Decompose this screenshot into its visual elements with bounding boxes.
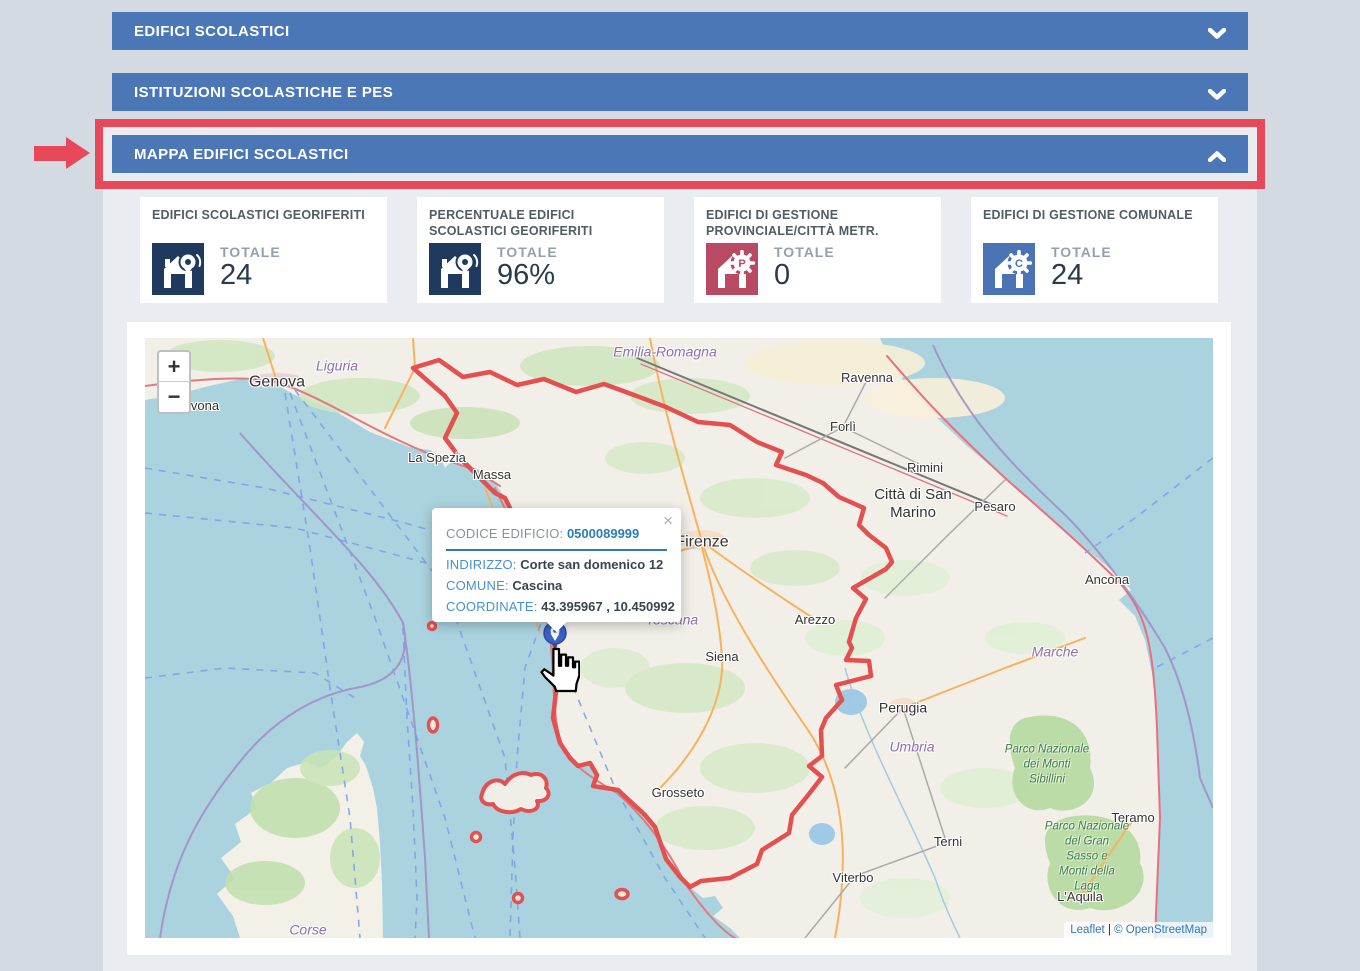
map-label-city: Siena <box>705 649 738 665</box>
map-label-city: Città di San Marino <box>858 486 968 522</box>
annotation-arrow-head <box>66 137 90 169</box>
accordion-title: MAPPA EDIFICI SCOLASTICI <box>134 146 349 163</box>
map-label-city: Firenze <box>675 532 728 551</box>
gear-letter: P <box>738 258 745 270</box>
accordion-title: EDIFICI SCOLASTICI <box>134 23 290 40</box>
map-label-city: L'Aquila <box>1057 889 1103 905</box>
zoom-in-button[interactable]: + <box>159 352 189 382</box>
total-value: 24 <box>1051 261 1112 290</box>
map-container: GenovaSavonaLa SpeziaMassaFirenzeRavenna… <box>127 322 1231 955</box>
accordion-header-mappa-edifici[interactable]: MAPPA EDIFICI SCOLASTICI <box>112 135 1248 173</box>
map-label-region: Umbria <box>889 739 934 756</box>
stat-card-gestione-comunale: EDIFICI DI GESTIONE COMUNALE C TOTALE 24 <box>971 197 1218 303</box>
map-labels-layer: GenovaSavonaLa SpeziaMassaFirenzeRavenna… <box>145 338 1213 938</box>
map-label-city: Terni <box>934 834 962 850</box>
building-gear-c-icon: C <box>983 243 1035 295</box>
popup-code-label: CODICE EDIFICIO: <box>446 526 563 541</box>
popup-municipality-label: COMUNE: <box>446 578 509 593</box>
map-label-city: Forlì <box>830 419 856 435</box>
map-label-city: Genova <box>249 372 305 391</box>
map-label-city: Arezzo <box>795 612 835 628</box>
total-label: TOTALE <box>774 244 835 260</box>
school-building-geo-pin-icon <box>429 243 481 295</box>
map-label-park: Parco Nazionale del Gran Sasso e Monti d… <box>1045 820 1129 895</box>
total-label: TOTALE <box>1051 244 1112 260</box>
zoom-out-button[interactable]: − <box>159 382 189 412</box>
map-label-region: Emilia-Romagna <box>613 344 716 361</box>
map-popup: × CODICE EDIFICIO: 0500089999 INDIRIZZO:… <box>432 508 681 622</box>
chevron-up-icon <box>1208 149 1226 167</box>
stat-card-title: EDIFICI SCOLASTICI GEORIFERITI <box>152 207 375 241</box>
leaflet-link[interactable]: Leaflet <box>1070 924 1105 936</box>
total-value: 24 <box>220 261 281 290</box>
map-label-city: Ancona <box>1085 572 1129 588</box>
map-attribution: Leaflet | © OpenStreetMap <box>1064 922 1213 938</box>
chevron-down-icon <box>1208 87 1226 105</box>
highlight-box: MAPPA EDIFICI SCOLASTICI <box>95 119 1265 189</box>
map-label-region: Marche <box>1032 644 1079 661</box>
popup-code-link[interactable]: 0500089999 <box>567 526 639 541</box>
map-label-city: Rimini <box>907 460 943 476</box>
osm-link[interactable]: © OpenStreetMap <box>1114 924 1207 936</box>
popup-municipality-value: Cascina <box>512 578 562 593</box>
stat-card-title: EDIFICI DI GESTIONE PROVINCIALE/CITTÀ ME… <box>706 207 929 241</box>
map-label-city: Teramo <box>1111 810 1154 826</box>
map-label-city: Massa <box>473 467 511 483</box>
accordion-header-istituzioni-scolastiche[interactable]: ISTITUZIONI SCOLASTICHE E PES <box>112 73 1248 111</box>
accordion-title: ISTITUZIONI SCOLASTICHE E PES <box>134 84 393 101</box>
popup-close-icon[interactable]: × <box>663 512 673 529</box>
annotation-arrow-shaft <box>34 146 66 161</box>
map-label-city: Perugia <box>879 700 927 717</box>
map-section-panel: EDIFICI SCOLASTICI GEORIFERITI TOTALE 24… <box>103 189 1257 971</box>
stat-card-title: EDIFICI DI GESTIONE COMUNALE <box>983 207 1206 241</box>
total-label: TOTALE <box>220 244 281 260</box>
school-building-geo-pin-icon <box>152 243 204 295</box>
total-value: 0 <box>774 261 835 290</box>
map-label-city: La Spezia <box>408 450 466 466</box>
stat-card-percentuale-georiferiti: PERCENTUALE EDIFICI SCOLASTICI GEORIFERI… <box>417 197 664 303</box>
popup-address-value: Corte san domenico 12 <box>520 557 663 572</box>
map-label-region: Corse <box>289 922 326 938</box>
building-gear-p-icon: P <box>706 243 758 295</box>
stat-card-title: PERCENTUALE EDIFICI SCOLASTICI GEORIFERI… <box>429 207 652 241</box>
map-label-city: Ravenna <box>841 370 893 386</box>
popup-coordinates-label: COORDINATE: <box>446 599 538 614</box>
total-label: TOTALE <box>497 244 558 260</box>
map-label-city: Viterbo <box>833 870 874 886</box>
stat-card-georiferiti: EDIFICI SCOLASTICI GEORIFERITI TOTALE 24 <box>140 197 387 303</box>
popup-address-label: INDIRIZZO: <box>446 557 517 572</box>
annotation-arrow <box>34 137 90 170</box>
accordion-header-edifici-scolastici[interactable]: EDIFICI SCOLASTICI <box>112 12 1248 50</box>
map-label-park: Parco Nazionale dei Monti Sibillini <box>1005 743 1089 788</box>
map-zoom-control: + − <box>157 350 191 414</box>
popup-divider <box>446 549 667 551</box>
map-label-city: Grosseto <box>652 785 705 801</box>
map-label-city: Pesaro <box>974 499 1015 515</box>
total-value: 96% <box>497 261 558 290</box>
chevron-down-icon <box>1208 26 1226 44</box>
map-canvas[interactable]: GenovaSavonaLa SpeziaMassaFirenzeRavenna… <box>145 338 1213 938</box>
stat-card-gestione-provinciale: EDIFICI DI GESTIONE PROVINCIALE/CITTÀ ME… <box>694 197 941 303</box>
popup-coordinates-value: 43.395967 , 10.450992 <box>541 599 675 614</box>
gear-letter: C <box>1015 258 1023 270</box>
map-label-region: Liguria <box>316 358 358 375</box>
attribution-separator: | <box>1105 924 1114 936</box>
